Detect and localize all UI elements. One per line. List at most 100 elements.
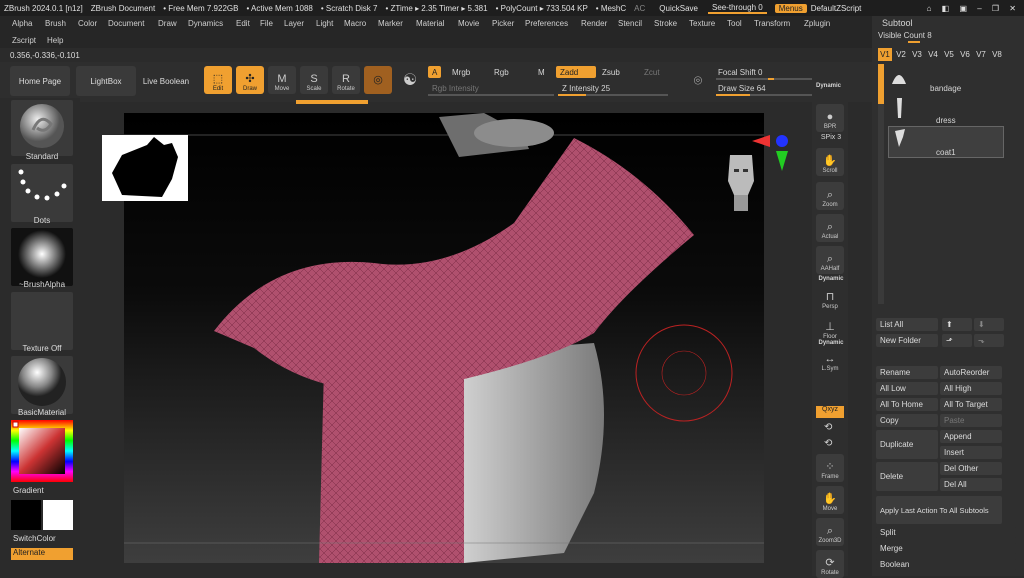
- model-render[interactable]: [124, 113, 764, 563]
- edit-button[interactable]: ⬚ Edit: [204, 66, 232, 94]
- canvas-viewport[interactable]: [102, 113, 788, 563]
- menu-layer[interactable]: Layer: [284, 19, 304, 28]
- paste-button[interactable]: Paste: [940, 414, 1002, 427]
- move-up-arrow-icon[interactable]: ⬆: [942, 318, 972, 331]
- floor-button[interactable]: ⊥ Floor: [816, 314, 844, 342]
- main-color-swatch[interactable]: [11, 500, 41, 530]
- navigation-thumbnail[interactable]: [102, 135, 188, 201]
- menu-tool[interactable]: Tool: [727, 19, 742, 28]
- zoom3d-button[interactable]: ⌕ Zoom3D: [816, 518, 844, 546]
- document-menu[interactable]: ZBrush Document: [87, 4, 159, 13]
- qxyz-toggle[interactable]: Qxyz: [816, 406, 844, 418]
- menu-stencil[interactable]: Stencil: [618, 19, 642, 28]
- boolean-section[interactable]: Boolean: [876, 558, 1016, 571]
- color-picker[interactable]: [11, 420, 73, 482]
- lightbox-button[interactable]: LightBox: [76, 66, 136, 96]
- del-other-button[interactable]: Del Other: [940, 462, 1002, 475]
- draw-button[interactable]: ✣ Draw: [236, 66, 264, 94]
- menu-file[interactable]: File: [260, 19, 273, 28]
- menu-dynamics[interactable]: Dynamics: [188, 19, 223, 28]
- switch-color-button[interactable]: SwitchColor: [13, 534, 97, 543]
- menu-draw[interactable]: Draw: [158, 19, 177, 28]
- secondary-color-swatch[interactable]: [43, 500, 73, 530]
- insert-button[interactable]: Insert: [940, 446, 1002, 459]
- rgb-toggle[interactable]: Rgb: [490, 66, 513, 78]
- menu-marker[interactable]: Marker: [378, 19, 403, 28]
- version-v1-button[interactable]: V1: [878, 48, 892, 61]
- apply-last-action-button[interactable]: Apply Last Action To All Subtools: [876, 496, 1002, 524]
- subtool-scrollbar[interactable]: [878, 64, 884, 304]
- a-toggle[interactable]: A: [428, 66, 442, 78]
- gradient-toggle[interactable]: Gradient: [13, 486, 97, 495]
- menu-preferences[interactable]: Preferences: [525, 19, 568, 28]
- stroke-tile[interactable]: [11, 164, 73, 222]
- dynamic-size-toggle[interactable]: Dynamic: [812, 80, 845, 92]
- brush-material-swatch[interactable]: ◎: [364, 66, 392, 94]
- menu-brush[interactable]: Brush: [45, 19, 66, 28]
- menu-texture[interactable]: Texture: [689, 19, 715, 28]
- alpha-tile[interactable]: [11, 228, 73, 286]
- spix-slider[interactable]: SPix 3: [816, 134, 846, 141]
- version-v2-button[interactable]: V2: [894, 48, 908, 61]
- material-picker[interactable]: ☯: [396, 66, 424, 94]
- append-button[interactable]: Append: [940, 430, 1002, 443]
- z-intensity-slider[interactable]: [558, 94, 668, 96]
- version-v3-button[interactable]: V3: [910, 48, 924, 61]
- merge-section[interactable]: Merge: [876, 542, 1016, 555]
- version-v7-button[interactable]: V7: [974, 48, 988, 61]
- split-section[interactable]: Split: [876, 526, 1016, 539]
- zadd-toggle[interactable]: Zadd: [556, 66, 596, 78]
- menu-material[interactable]: Material: [416, 19, 444, 28]
- list-all-button[interactable]: List All: [876, 318, 938, 331]
- default-zscript-button[interactable]: DefaultZScript: [807, 4, 866, 13]
- menu-help[interactable]: Help: [47, 36, 63, 45]
- autoreorder-button[interactable]: AutoReorder: [940, 366, 1002, 379]
- menu-zscript[interactable]: Zscript: [12, 36, 36, 45]
- aahalf-button[interactable]: ⌕ AAHalf: [816, 246, 844, 274]
- menu-macro[interactable]: Macro: [344, 19, 366, 28]
- axis-gizmo[interactable]: [750, 131, 790, 171]
- window-controls[interactable]: ⌂ ◧ ▣ – ❐ ✕: [923, 4, 1024, 13]
- alternate-toggle[interactable]: Alternate: [11, 548, 73, 560]
- zoom-button[interactable]: ⌕ Zoom: [816, 182, 844, 210]
- move-view-button[interactable]: ✋ Move: [816, 486, 844, 514]
- delete-button[interactable]: Delete: [876, 462, 938, 491]
- menu-alpha[interactable]: Alpha: [12, 19, 32, 28]
- version-v5-button[interactable]: V5: [942, 48, 956, 61]
- copy-button[interactable]: Copy: [876, 414, 938, 427]
- see-through-slider[interactable]: See-through 0: [707, 3, 767, 14]
- menu-stroke[interactable]: Stroke: [654, 19, 677, 28]
- material-tile[interactable]: [11, 356, 73, 414]
- version-v8-button[interactable]: V8: [990, 48, 1004, 61]
- color-wheel[interactable]: [11, 420, 73, 482]
- scale-button[interactable]: S Scale: [300, 66, 328, 94]
- m-toggle[interactable]: M: [534, 66, 549, 78]
- rotate-y-icon[interactable]: ⟲: [824, 422, 832, 433]
- subtool-title[interactable]: Subtool: [882, 18, 913, 28]
- duplicate-button[interactable]: Duplicate: [876, 430, 938, 459]
- scroll-button[interactable]: ✋ Scroll: [816, 148, 844, 176]
- arrow-icon[interactable]: ⬎: [974, 334, 1004, 347]
- new-folder-button[interactable]: New Folder: [876, 334, 938, 347]
- all-to-target-button[interactable]: All To Target: [940, 398, 1002, 411]
- rotate-button[interactable]: R Rotate: [332, 66, 360, 94]
- rotate-z-icon[interactable]: ⟲: [824, 438, 832, 449]
- rotate-view-button[interactable]: ⟳ Rotate: [816, 550, 844, 578]
- home-page-button[interactable]: Home Page: [10, 66, 70, 96]
- visible-count-slider[interactable]: [908, 41, 920, 43]
- del-all-button[interactable]: Del All: [940, 478, 1002, 491]
- version-v4-button[interactable]: V4: [926, 48, 940, 61]
- menu-color[interactable]: Color: [78, 19, 97, 28]
- frame-button[interactable]: ⁘ Frame: [816, 454, 844, 482]
- menu-render[interactable]: Render: [581, 19, 607, 28]
- all-low-button[interactable]: All Low: [876, 382, 938, 395]
- focal-shift-slider[interactable]: [716, 78, 812, 80]
- menus-button[interactable]: Menus: [774, 3, 807, 13]
- menu-edit[interactable]: Edit: [236, 19, 250, 28]
- rgb-intensity-slider[interactable]: [428, 94, 554, 96]
- mrgb-toggle[interactable]: Mrgb: [448, 66, 474, 78]
- bpr-button[interactable]: ● BPR: [816, 104, 844, 132]
- menu-light[interactable]: Light: [316, 19, 333, 28]
- menu-transform[interactable]: Transform: [754, 19, 790, 28]
- lsym-button[interactable]: ↔ L.Sym: [816, 346, 844, 374]
